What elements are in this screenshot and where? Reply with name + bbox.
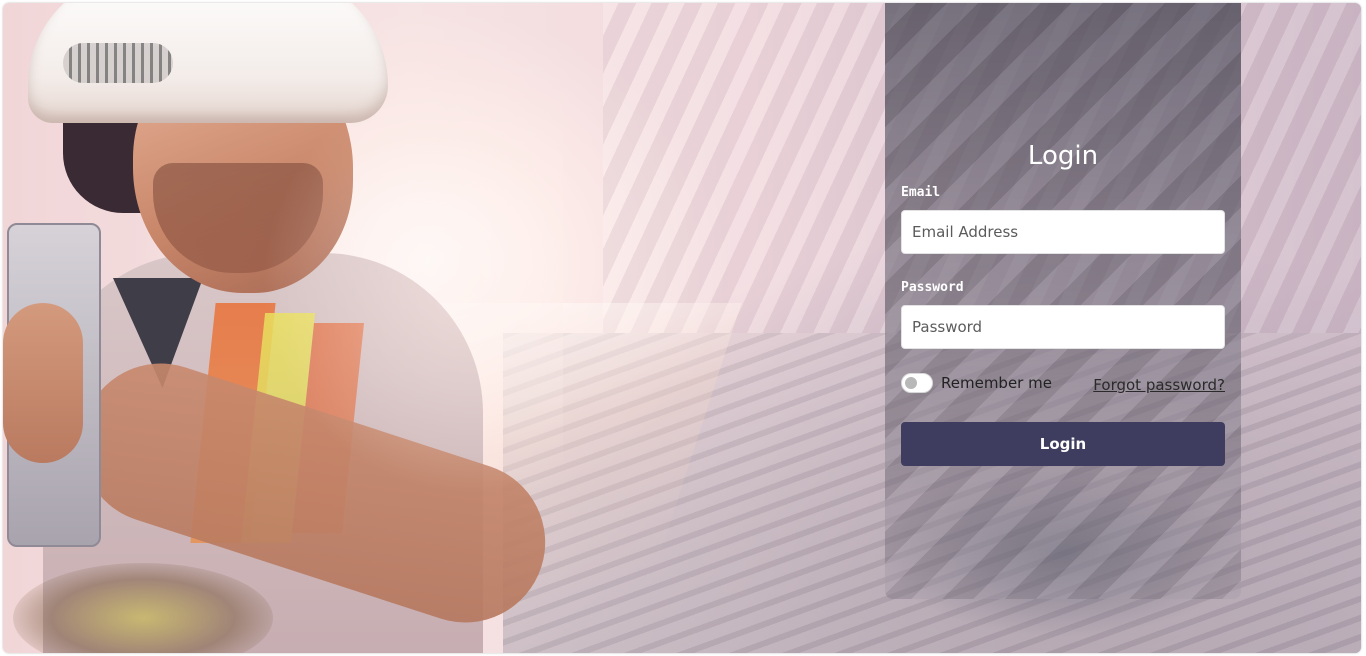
toggle-knob — [905, 377, 917, 389]
forgot-password-link[interactable]: Forgot password? — [1093, 376, 1225, 394]
worker-light-overlay — [3, 3, 563, 653]
password-field[interactable] — [901, 305, 1225, 349]
password-label: Password — [901, 280, 964, 295]
login-title: Login — [1027, 141, 1099, 171]
construction-worker-image — [3, 3, 566, 653]
email-field[interactable] — [901, 210, 1225, 254]
page-frame: Login Email Password Remember me Forgot … — [3, 3, 1361, 653]
remember-me-toggle[interactable] — [901, 373, 933, 393]
remember-me-label[interactable]: Remember me — [941, 374, 1052, 392]
remember-me-row: Remember me — [901, 373, 1052, 393]
login-button[interactable]: Login — [901, 422, 1225, 466]
login-panel: Login Email Password Remember me Forgot … — [885, 3, 1241, 599]
email-label: Email — [901, 185, 941, 200]
